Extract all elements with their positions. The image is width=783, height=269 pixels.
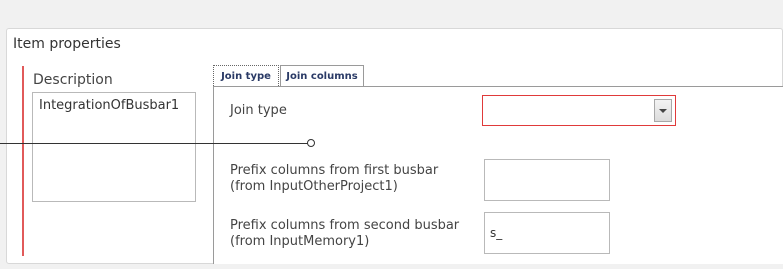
description-value: IntegrationOfBusbar1 (39, 98, 180, 113)
prefix-first-label-line1: Prefix columns from first busbar (230, 163, 439, 178)
prefix-first-label-line2: (from InputOtherProject1) (230, 179, 398, 194)
prefix-second-value: s_ (490, 226, 503, 240)
tab-join-columns[interactable]: Join columns (280, 65, 364, 86)
required-indicator-rule (22, 66, 24, 256)
prefix-first-input[interactable] (484, 159, 610, 201)
join-type-label: Join type (230, 103, 287, 118)
callout-line (0, 143, 309, 144)
chevron-down-icon (659, 108, 667, 113)
description-label: Description (33, 72, 113, 88)
panel-title: Item properties (13, 36, 121, 52)
tab-join-type[interactable]: Join type (213, 65, 279, 86)
prefix-second-input[interactable]: s_ (484, 212, 610, 254)
prefix-second-label-line2: (from InputMemory1) (230, 234, 370, 249)
page: Item properties Description IntegrationO… (0, 0, 783, 269)
dropdown-button[interactable] (654, 99, 672, 122)
callout-dot (307, 139, 315, 147)
join-type-dropdown[interactable] (482, 95, 676, 126)
prefix-second-label-line1: Prefix columns from second busbar (230, 218, 460, 233)
